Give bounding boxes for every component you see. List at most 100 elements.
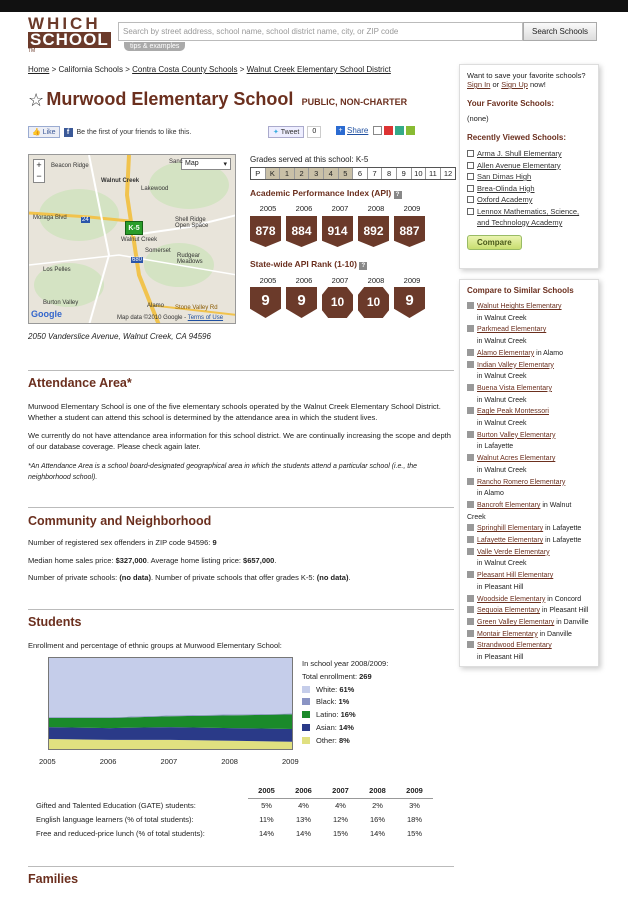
compare-icon[interactable]: [467, 454, 474, 462]
compare-icon[interactable]: [467, 571, 474, 579]
compare-icon[interactable]: [467, 641, 474, 649]
page-title: ☆ Murwood Elementary School PUBLIC, NON-…: [28, 89, 407, 111]
compare-icon[interactable]: [467, 629, 474, 637]
checkbox[interactable]: [467, 196, 474, 203]
legend-item: Asian: 14%: [302, 722, 388, 735]
compare-icon[interactable]: [467, 383, 474, 391]
similar-school-link[interactable]: Green Valley Elementary: [477, 619, 554, 626]
similar-school-link[interactable]: Sequoia Elementary: [477, 607, 540, 614]
api-shield: 878: [250, 216, 281, 247]
similar-school-link[interactable]: Montair Elementary: [477, 631, 538, 638]
similar-item: Sequoia Elementary in Pleasant Hill: [467, 605, 591, 617]
google-icon[interactable]: [384, 126, 394, 135]
grade-cell: 2: [294, 168, 310, 179]
compare-button[interactable]: Compare: [467, 234, 522, 250]
similar-school-link[interactable]: Burton Valley Elementary: [477, 432, 555, 439]
legend-swatch: [302, 698, 310, 706]
home-label: Median home sales price:: [28, 556, 114, 565]
similar-heading: Compare to Similar Schools: [467, 286, 574, 295]
map-label: Stone Valley Rd: [175, 305, 218, 311]
compare-icon[interactable]: [467, 477, 474, 485]
similar-school-link[interactable]: Alamo Elementary: [477, 350, 534, 357]
sign-in-link[interactable]: Sign In: [467, 80, 490, 89]
email-icon[interactable]: [373, 126, 383, 135]
similar-school-link[interactable]: Woodside Elementary: [477, 596, 545, 603]
compare-icon[interactable]: [467, 360, 474, 368]
breadcrumb-home[interactable]: Home: [28, 65, 49, 74]
sex-offenders-line: Number of registered sex offenders in ZI…: [28, 538, 454, 549]
legend-name: Asian:: [316, 722, 339, 732]
tweet-button[interactable]: ✦ Tweet: [268, 126, 305, 138]
checkbox[interactable]: [467, 173, 474, 180]
similar-school-city: in Danville: [554, 618, 589, 626]
attendance-heading: Attendance Area*: [28, 376, 132, 390]
school-map-marker[interactable]: K-5: [125, 221, 143, 235]
sign-up-link[interactable]: Sign Up: [501, 80, 528, 89]
similar-school-link[interactable]: Eagle Peak Montessori: [477, 408, 549, 415]
compare-icon[interactable]: [467, 407, 474, 415]
similar-school-link[interactable]: Rancho Romero Elementary: [477, 479, 565, 486]
similar-school-link[interactable]: Pleasant Hill Elementary: [477, 572, 553, 579]
legend-swatch: [302, 723, 310, 731]
similar-school-link[interactable]: Bancroft Elementary: [477, 502, 540, 509]
compare-icon[interactable]: [467, 617, 474, 625]
similar-school-link[interactable]: Walnut Heights Elementary: [477, 303, 562, 310]
grade-cell: 12: [443, 169, 453, 178]
similar-item: Alamo Elementary in Alamo: [467, 348, 591, 360]
recent-school-link[interactable]: Oxford Academy: [477, 194, 532, 206]
compare-icon[interactable]: [467, 594, 474, 602]
school-map[interactable]: + − Map ▾ Beacon Ridge Walnut Creek Lakewo…: [28, 154, 236, 324]
help-icon[interactable]: ?: [359, 262, 368, 270]
similar-school-link[interactable]: Walnut Acres Elementary: [477, 455, 555, 462]
breadcrumb-district[interactable]: Walnut Creek Elementary School District: [247, 65, 391, 74]
divider: [28, 370, 454, 371]
similar-school-link[interactable]: Lafayette Elementary: [477, 537, 543, 544]
checkbox[interactable]: [467, 207, 474, 215]
compare-icon[interactable]: [467, 524, 474, 532]
similar-school-link[interactable]: Springhill Elementary: [477, 525, 543, 532]
similar-school-link[interactable]: Buena Vista Elementary: [477, 385, 552, 392]
similar-school-link[interactable]: Parkmead Elementary: [477, 326, 546, 333]
recent-school-link[interactable]: Arma J. Shull Elementary: [477, 148, 562, 160]
compare-icon[interactable]: [467, 302, 474, 309]
compare-icon[interactable]: [467, 606, 474, 614]
legend-item: White: 61%: [302, 684, 388, 697]
search-button[interactable]: Search Schools: [523, 22, 597, 41]
recent-school-link[interactable]: Brea-Olinda High: [477, 183, 535, 195]
recent-school-link[interactable]: Allen Avenue Elementary: [477, 160, 561, 172]
compare-icon[interactable]: [467, 547, 474, 555]
digg-icon[interactable]: [406, 126, 416, 135]
checkbox[interactable]: [467, 150, 474, 157]
map-label: Rudgear Meadows: [177, 253, 203, 265]
help-icon[interactable]: ?: [393, 191, 402, 199]
breadcrumb-county[interactable]: Contra Costa County Schools: [132, 65, 237, 74]
share-link[interactable]: Share: [347, 126, 368, 135]
favorite-star-icon[interactable]: ☆: [28, 90, 44, 110]
private-value: (no data): [119, 573, 151, 582]
delicious-icon[interactable]: [395, 126, 405, 135]
whichschool-logo[interactable]: WHICH SCHOOLTM: [28, 15, 111, 54]
recent-school-link[interactable]: Lennox Mathematics, Science, and Technol…: [477, 206, 591, 229]
compare-icon[interactable]: [467, 430, 474, 438]
total-enrollment: Total enrollment: 269: [302, 671, 388, 684]
table-cell: 4%: [335, 801, 346, 810]
similar-school-link[interactable]: Valle Verde Elementary: [477, 549, 550, 556]
tweet-widget: ✦ Tweet 0: [268, 126, 322, 138]
compare-icon[interactable]: [467, 500, 474, 508]
checkbox[interactable]: [467, 184, 474, 192]
ethnicity-area-chart: [48, 657, 293, 750]
like-button[interactable]: 👍 Like: [28, 126, 60, 138]
search-input[interactable]: Search by street address, school name, s…: [118, 22, 523, 41]
similar-school-link[interactable]: Strandwood Elementary: [477, 642, 552, 649]
compare-icon[interactable]: [467, 536, 474, 544]
compare-icon[interactable]: [467, 325, 474, 333]
similar-school-link[interactable]: Indian Valley Elementary: [477, 362, 554, 369]
recent-school-link[interactable]: San Dimas High: [477, 171, 531, 183]
checkbox[interactable]: [467, 161, 474, 169]
map-zoom-control[interactable]: + −: [33, 159, 45, 183]
tips-examples-tab[interactable]: tips & examples: [124, 42, 186, 51]
map-type-select[interactable]: Map ▾: [181, 158, 231, 170]
terms-of-use-link[interactable]: Terms of Use: [188, 315, 223, 321]
signin-line: Sign In or Sign Up now!: [467, 80, 591, 89]
compare-icon[interactable]: [467, 348, 474, 356]
